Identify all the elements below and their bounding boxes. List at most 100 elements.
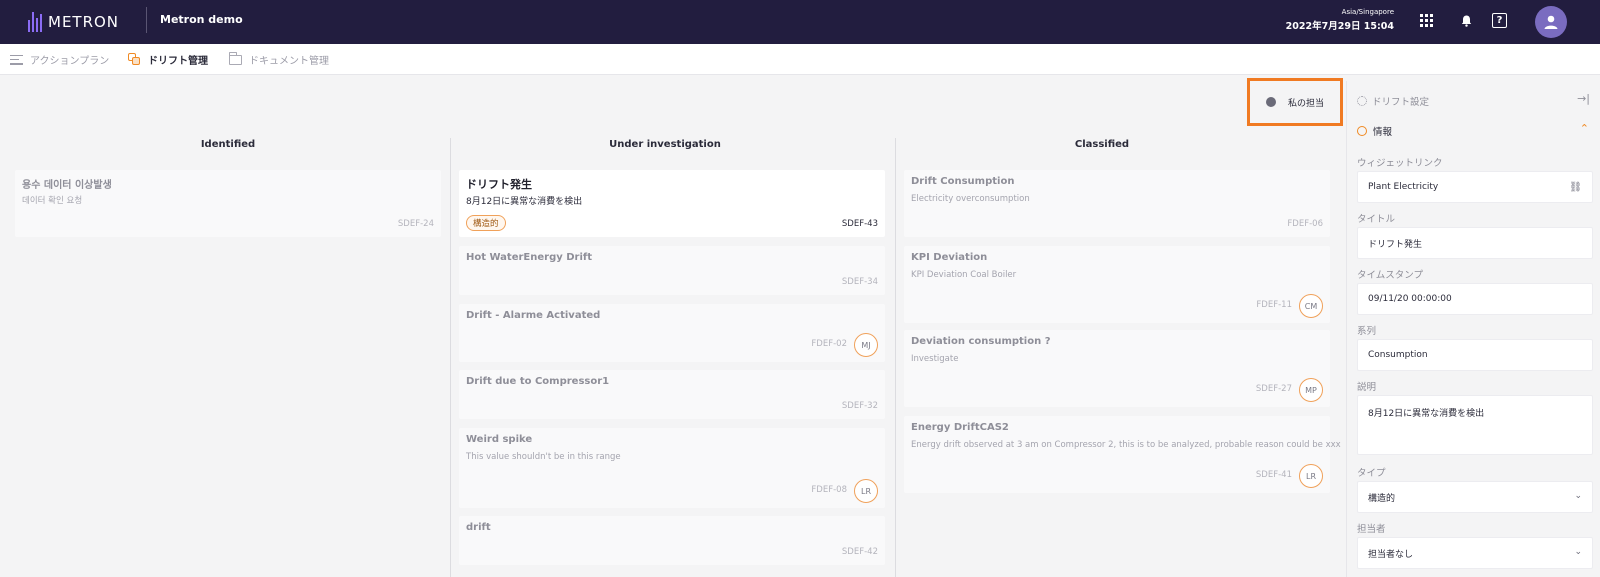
assignee-avatar[interactable]: MP xyxy=(1299,378,1323,402)
drift-card[interactable]: Hot WaterEnergy Drift SDEF-34 xyxy=(459,246,885,295)
card-description: 데이터 확인 요청 xyxy=(22,196,83,206)
sub-navigation: アクションプラン ドリフト管理 ドキュメント管理 xyxy=(0,44,1600,75)
drift-card[interactable]: Drift Consumption Electricity overconsum… xyxy=(904,170,1330,237)
series-label: 系列 xyxy=(1357,326,1377,337)
panel-title: ドリフト設定 xyxy=(1357,94,1429,108)
card-id: FDEF-06 xyxy=(1287,219,1323,229)
card-id: SDEF-32 xyxy=(841,401,878,411)
type-label: タイプ xyxy=(1357,468,1386,479)
user-avatar[interactable] xyxy=(1535,6,1567,38)
column-divider xyxy=(450,138,451,577)
card-title: Drift due to Compressor1 xyxy=(466,376,610,387)
assignee-avatar[interactable]: LR xyxy=(854,479,878,503)
card-description: This value shouldn't be in this range xyxy=(466,452,621,462)
card-title: KPI Deviation xyxy=(911,252,988,263)
card-title: Energy DriftCAS2 xyxy=(911,422,1009,433)
logo-bars-icon xyxy=(28,12,42,32)
user-icon xyxy=(1544,15,1558,29)
timestamp-label: タイムスタンプ xyxy=(1357,270,1424,281)
card-title: Weird spike xyxy=(466,434,533,445)
topbar-divider xyxy=(146,7,147,33)
drift-card-selected[interactable]: ドリフト発生 8月12日に異常な消費を検出 構造的 SDEF-43 xyxy=(459,170,885,237)
chevron-down-icon[interactable]: ⌄ xyxy=(1574,491,1582,501)
series-value: Consumption xyxy=(1368,350,1428,360)
series-field[interactable]: Consumption xyxy=(1357,339,1593,371)
card-description: KPI Deviation Coal Boiler xyxy=(911,270,1017,280)
section-title: 情報 xyxy=(1357,124,1392,138)
title-field[interactable]: ドリフト発生 xyxy=(1357,227,1593,259)
drift-card[interactable]: KPI Deviation KPI Deviation Coal Boiler … xyxy=(904,246,1330,323)
card-type-tag: 構造的 xyxy=(466,215,506,231)
panel-title-label: ドリフト設定 xyxy=(1372,97,1430,108)
logo-text: METRON xyxy=(48,13,120,31)
drift-card[interactable]: Energy DriftCAS2 Energy drift observed a… xyxy=(904,416,1341,493)
card-id: FDEF-11 xyxy=(1256,300,1292,310)
card-id: SDEF-34 xyxy=(841,277,878,287)
widget-link-field[interactable]: Plant Electricity ⛓ xyxy=(1357,171,1593,203)
card-id: SDEF-24 xyxy=(397,219,434,229)
card-title: Deviation consumption ? xyxy=(911,336,1051,347)
column-title-identified: Identified xyxy=(200,139,256,150)
folder-icon xyxy=(228,51,242,65)
assignee-label: 担当者 xyxy=(1357,524,1386,535)
bell-icon[interactable] xyxy=(1457,12,1475,30)
card-description: Investigate xyxy=(911,354,959,364)
column-title-classified: Classified xyxy=(1074,139,1130,150)
section-title-label: 情報 xyxy=(1373,127,1393,138)
chevron-down-icon[interactable]: ⌄ xyxy=(1574,547,1582,557)
link-icon[interactable]: ⛓ xyxy=(1569,182,1582,193)
nav-action-plan[interactable]: アクションプラン xyxy=(10,44,109,75)
my-assignments-filter[interactable]: 私の担当 xyxy=(1247,78,1343,126)
assignee-value: 担当者なし xyxy=(1368,549,1414,560)
drift-card[interactable]: Drift - Alarme Activated FDEF-02 MJ xyxy=(459,304,885,362)
nav-action-plan-label: アクションプラン xyxy=(30,56,110,67)
assignee-avatar[interactable]: CM xyxy=(1299,294,1323,318)
card-id: SDEF-27 xyxy=(1255,384,1292,394)
drift-icon xyxy=(128,53,141,66)
drift-card[interactable]: Drift due to Compressor1 SDEF-32 xyxy=(459,370,885,419)
drift-card[interactable]: Weird spike This value shouldn't be in t… xyxy=(459,428,885,508)
my-assignments-label: 私の担当 xyxy=(1287,98,1324,109)
widget-link-value: Plant Electricity xyxy=(1368,182,1439,192)
assignee-avatar[interactable]: MJ xyxy=(854,333,878,357)
card-id: SDEF-42 xyxy=(841,547,878,557)
top-bar: METRON Metron demo Asia/Singapore 2022年7… xyxy=(0,0,1600,44)
drift-settings-panel: ドリフト設定 →| 情報 ⌃ ウィジェットリンク Plant Electrici… xyxy=(1346,81,1600,577)
card-id: SDEF-41 xyxy=(1255,470,1292,480)
drift-card[interactable]: Deviation consumption ? Investigate SDEF… xyxy=(904,330,1330,407)
description-label: 説明 xyxy=(1357,382,1377,393)
type-select[interactable]: 構造的 ⌄ xyxy=(1357,481,1593,513)
help-icon[interactable]: ? xyxy=(1492,13,1507,28)
toggle-dot-icon[interactable] xyxy=(1265,97,1276,107)
card-id: SDEF-43 xyxy=(841,219,878,229)
card-title: 용수 데이터 이상발생 xyxy=(22,180,112,191)
card-id: FDEF-02 xyxy=(811,339,847,349)
timestamp-value: 09/11/20 00:00:00 xyxy=(1368,294,1452,304)
title-label: タイトル xyxy=(1357,214,1396,225)
assignee-select[interactable]: 担当者なし ⌄ xyxy=(1357,537,1593,569)
info-section-header[interactable]: 情報 ⌃ xyxy=(1347,119,1600,141)
timestamp-field[interactable]: 09/11/20 00:00:00 xyxy=(1357,283,1593,315)
collapse-panel-icon[interactable]: →| xyxy=(1577,92,1590,105)
nav-document-management[interactable]: ドキュメント管理 xyxy=(228,44,329,75)
card-title: ドリフト発生 xyxy=(466,178,532,191)
nav-drift-management[interactable]: ドリフト管理 xyxy=(128,44,208,75)
apps-grid-icon[interactable] xyxy=(1420,14,1433,27)
timezone-label: Asia/Singapore xyxy=(1341,8,1394,16)
chevron-up-icon[interactable]: ⌃ xyxy=(1580,122,1589,135)
metron-logo[interactable]: METRON xyxy=(28,8,119,36)
description-field[interactable]: 8月12日に異常な消費を検出 xyxy=(1357,395,1593,455)
widget-link-label: ウィジェットリンク xyxy=(1357,158,1443,169)
column-divider xyxy=(895,138,896,577)
description-value: 8月12日に異常な消費を検出 xyxy=(1368,409,1485,419)
card-title: Drift - Alarme Activated xyxy=(466,310,601,321)
nav-drift-management-label: ドリフト管理 xyxy=(148,56,208,67)
drift-card[interactable]: 용수 데이터 이상발생 데이터 확인 요청 SDEF-24 xyxy=(15,170,441,237)
card-id: FDEF-08 xyxy=(811,485,847,495)
assignee-avatar[interactable]: LR xyxy=(1299,464,1323,488)
card-title: Drift Consumption xyxy=(911,176,1015,187)
card-description: Electricity overconsumption xyxy=(911,194,1030,204)
current-datetime: 2022年7月29日 15:04 xyxy=(1285,21,1394,32)
card-title: drift xyxy=(466,522,491,533)
drift-card[interactable]: drift SDEF-42 xyxy=(459,516,885,565)
